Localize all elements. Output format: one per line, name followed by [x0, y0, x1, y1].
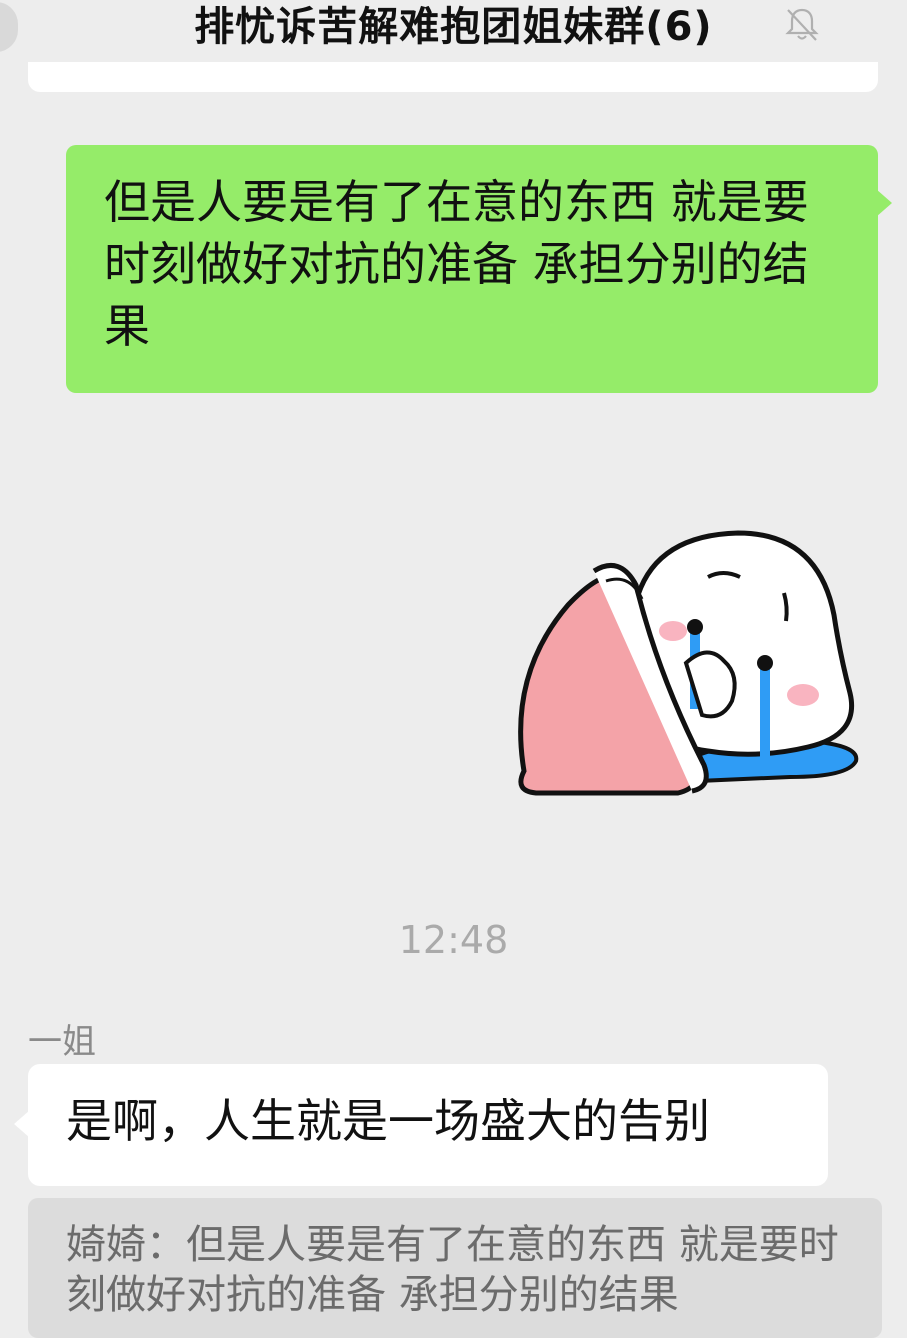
incoming-message-bubble[interactable]: 是啊，人生就是一场盛大的告别 [14, 1064, 828, 1186]
quote-sender: 婍婍： [66, 1222, 186, 1268]
sender-name: 一姐 [28, 1022, 96, 1062]
crying-under-blanket-sticker[interactable] [508, 525, 868, 810]
timestamp: 12:48 [398, 918, 509, 962]
chat-header: 排忧诉苦解难抱团姐妹群(6) [0, 0, 907, 62]
previous-message-card [28, 58, 878, 92]
outgoing-message-bubble[interactable]: 但是人要是有了在意的东西 就是要时刻做好对抗的准备 承担分别的结果 [66, 145, 892, 393]
outgoing-message-text: 但是人要是有了在意的东西 就是要时刻做好对抗的准备 承担分别的结果 [104, 175, 809, 353]
quoted-reply[interactable]: 婍婍：但是人要是有了在意的东西 就是要时刻做好对抗的准备 承担分别的结果 [28, 1198, 882, 1338]
bell-slash-icon [785, 8, 819, 41]
incoming-message-text: 是啊，人生就是一场盛大的告别 [66, 1094, 710, 1148]
chat-title[interactable]: 排忧诉苦解难抱团姐妹群(6) [0, 4, 907, 50]
